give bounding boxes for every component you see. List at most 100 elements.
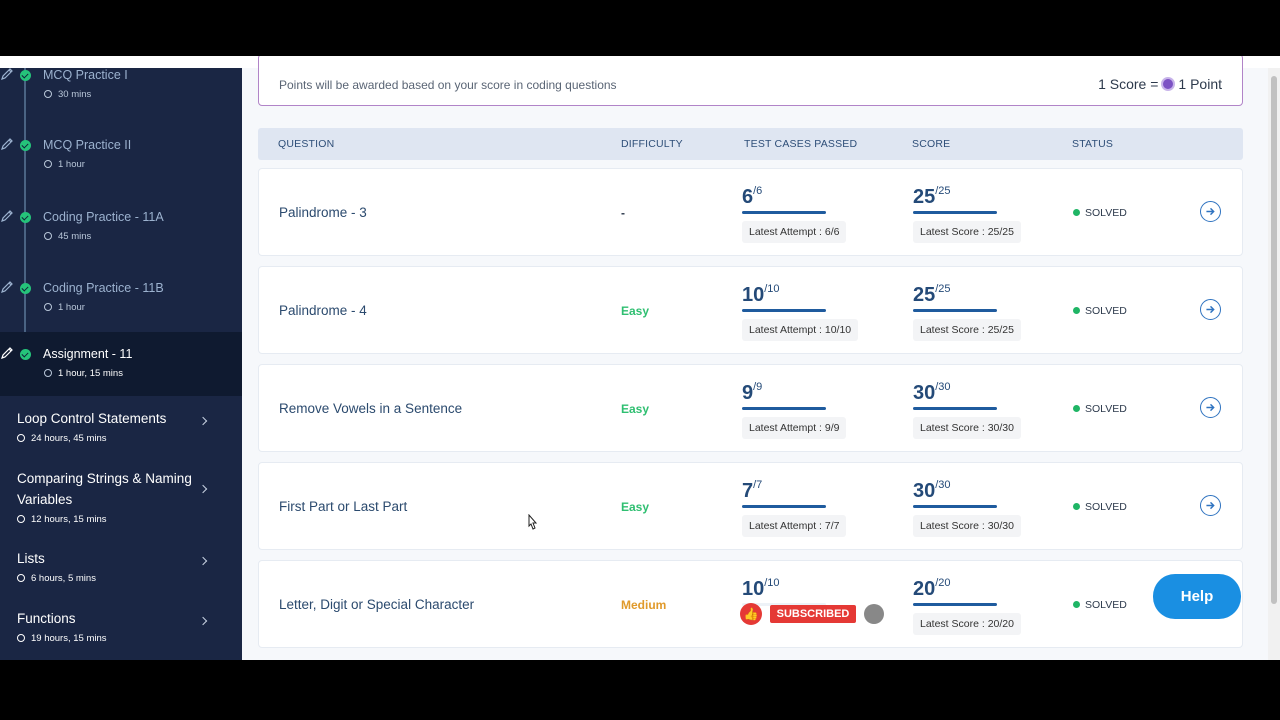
clock-icon bbox=[17, 515, 25, 523]
question-title[interactable]: Remove Vowels in a Sentence bbox=[279, 401, 462, 416]
status-badge: SOLVED bbox=[1073, 207, 1127, 219]
sidebar-subitem-duration: 1 hour bbox=[58, 302, 85, 313]
edit-pencil-icon[interactable] bbox=[0, 209, 14, 223]
thumbs-up-icon[interactable]: 👍 bbox=[740, 603, 762, 625]
score-progress-bar bbox=[913, 309, 997, 312]
check-circle-icon bbox=[20, 349, 31, 360]
score-progress-bar bbox=[913, 505, 997, 508]
sidebar-subitem-title: Assignment - 11 bbox=[43, 347, 133, 361]
scrollbar[interactable] bbox=[1268, 68, 1280, 660]
sidebar-topic[interactable]: Lists 6 hours, 5 mins bbox=[0, 548, 242, 608]
table-header: QUESTION DIFFICULTY TEST CASES PASSED SC… bbox=[258, 128, 1243, 160]
question-title[interactable]: Palindrome - 4 bbox=[279, 303, 367, 318]
latest-score-pill: Latest Score : 25/25 bbox=[913, 221, 1021, 243]
latest-score-pill: Latest Score : 30/30 bbox=[913, 417, 1021, 439]
latest-score-pill: Latest Score : 20/20 bbox=[913, 613, 1021, 635]
subscribe-button[interactable]: SUBSCRIBED bbox=[770, 605, 856, 623]
sidebar-subitem-title: Coding Practice - 11A bbox=[43, 210, 164, 224]
test-cases-value: 9/9 bbox=[742, 381, 763, 404]
edit-pencil-icon[interactable] bbox=[0, 280, 14, 294]
sidebar-subitem[interactable]: MCQ Practice I 30 mins bbox=[0, 68, 242, 120]
status-dot-icon bbox=[1073, 209, 1080, 216]
subscribe-overlay[interactable]: 👍 SUBSCRIBED bbox=[728, 596, 898, 632]
status-badge: SOLVED bbox=[1073, 403, 1127, 415]
sidebar-subitem[interactable]: Coding Practice - 11B 1 hour bbox=[0, 273, 242, 333]
score-progress-bar bbox=[913, 211, 997, 214]
question-title[interactable]: First Part or Last Part bbox=[279, 499, 407, 514]
sidebar-subitem-duration: 30 mins bbox=[58, 89, 92, 100]
sidebar-topic-duration: 19 hours, 15 mins bbox=[31, 633, 107, 644]
sidebar-subitem[interactable]: MCQ Practice II 1 hour bbox=[0, 130, 242, 190]
main-content: Points will be awarded based on your sco… bbox=[242, 56, 1268, 660]
difficulty-label: - bbox=[621, 206, 625, 220]
sidebar-subitem[interactable]: Assignment - 11 1 hour, 15 mins bbox=[0, 332, 242, 396]
arrow-right-circle-icon[interactable] bbox=[1200, 299, 1221, 320]
test-cases-progress-bar bbox=[742, 211, 826, 214]
clock-icon bbox=[44, 303, 52, 311]
question-title[interactable]: Letter, Digit or Special Character bbox=[279, 597, 474, 612]
header-difficulty: DIFFICULTY bbox=[621, 138, 683, 150]
question-title[interactable]: Palindrome - 3 bbox=[279, 205, 367, 220]
table-row[interactable]: Palindrome - 3 - 6/6 Latest Attempt : 6/6 25… bbox=[258, 168, 1243, 256]
header-test-cases: TEST CASES PASSED bbox=[744, 138, 858, 150]
table-row[interactable]: Palindrome - 4 Easy 10/10 Latest Attempt : … bbox=[258, 266, 1243, 354]
status-dot-icon bbox=[1073, 601, 1080, 608]
sidebar-topic[interactable]: Functions 19 hours, 15 mins bbox=[0, 608, 242, 660]
table-row[interactable]: First Part or Last Part Easy 7/7 Latest Att… bbox=[258, 462, 1243, 550]
status-dot-icon bbox=[1073, 503, 1080, 510]
help-button[interactable]: Help bbox=[1153, 574, 1241, 619]
sidebar-subitem-title: Coding Practice - 11B bbox=[43, 281, 164, 295]
check-circle-icon bbox=[20, 283, 31, 294]
sidebar-subitem[interactable]: Coding Practice - 11A 45 mins bbox=[0, 202, 242, 262]
sidebar-subitem-title: MCQ Practice II bbox=[43, 138, 132, 152]
test-cases-progress-bar bbox=[742, 407, 826, 410]
clock-icon bbox=[44, 369, 52, 377]
sidebar-subitem-duration: 45 mins bbox=[58, 231, 92, 242]
clock-icon bbox=[17, 634, 25, 642]
points-conversion: 1 Score = 1 Point bbox=[1098, 76, 1222, 92]
clock-icon bbox=[44, 232, 52, 240]
test-cases-progress-bar bbox=[742, 505, 826, 508]
score-value: 25/25 bbox=[913, 283, 951, 306]
sidebar: MCQ Practice I 30 mins MCQ Practice II 1 ho… bbox=[0, 68, 242, 660]
arrow-right-circle-icon[interactable] bbox=[1200, 495, 1221, 516]
points-banner: Points will be awarded based on your sco… bbox=[258, 56, 1243, 106]
scrollbar-thumb[interactable] bbox=[1271, 76, 1277, 604]
test-cases-value: 10/10 bbox=[742, 283, 780, 306]
sidebar-subitem-duration: 1 hour bbox=[58, 159, 85, 170]
sidebar-topic[interactable]: Comparing Strings & Naming Variables 12 h… bbox=[0, 468, 242, 528]
sidebar-topic-duration: 12 hours, 15 mins bbox=[31, 514, 107, 525]
latest-score-pill: Latest Score : 25/25 bbox=[913, 319, 1021, 341]
arrow-right-circle-icon[interactable] bbox=[1200, 397, 1221, 418]
status-dot-icon bbox=[1073, 405, 1080, 412]
table-row[interactable]: Remove Vowels in a Sentence Easy 9/9 Latest… bbox=[258, 364, 1243, 452]
header-score: SCORE bbox=[912, 138, 951, 150]
latest-score-pill: Latest Score : 30/30 bbox=[913, 515, 1021, 537]
latest-attempt-pill: Latest Attempt : 9/9 bbox=[742, 417, 847, 439]
score-value: 30/30 bbox=[913, 479, 951, 502]
edit-pencil-icon[interactable] bbox=[0, 137, 14, 151]
check-circle-icon bbox=[20, 212, 31, 223]
score-value: 25/25 bbox=[913, 185, 951, 208]
bell-icon[interactable] bbox=[864, 604, 884, 624]
arrow-right-circle-icon[interactable] bbox=[1200, 201, 1221, 222]
difficulty-label: Medium bbox=[621, 598, 667, 612]
check-circle-icon bbox=[20, 140, 31, 151]
edit-pencil-icon[interactable] bbox=[0, 346, 14, 360]
clock-icon bbox=[44, 160, 52, 168]
app-frame: MCQ Practice I 30 mins MCQ Practice II 1 ho… bbox=[0, 56, 1280, 660]
sidebar-subitem-duration: 1 hour, 15 mins bbox=[58, 368, 123, 379]
sidebar-topic-title: Lists bbox=[17, 551, 45, 566]
test-cases-value: 6/6 bbox=[742, 185, 763, 208]
status-dot-icon bbox=[1073, 307, 1080, 314]
sidebar-subitem-title: MCQ Practice I bbox=[43, 68, 128, 82]
latest-attempt-pill: Latest Attempt : 10/10 bbox=[742, 319, 859, 341]
header-question: QUESTION bbox=[278, 138, 335, 150]
edit-pencil-icon[interactable] bbox=[0, 68, 14, 81]
difficulty-label: Easy bbox=[621, 304, 650, 318]
points-banner-text: Points will be awarded based on your sco… bbox=[279, 78, 617, 92]
sidebar-topic[interactable]: Loop Control Statements 24 hours, 45 mins bbox=[0, 408, 242, 468]
status-badge: SOLVED bbox=[1073, 599, 1127, 611]
score-progress-bar bbox=[913, 603, 997, 606]
test-cases-value: 7/7 bbox=[742, 479, 763, 502]
